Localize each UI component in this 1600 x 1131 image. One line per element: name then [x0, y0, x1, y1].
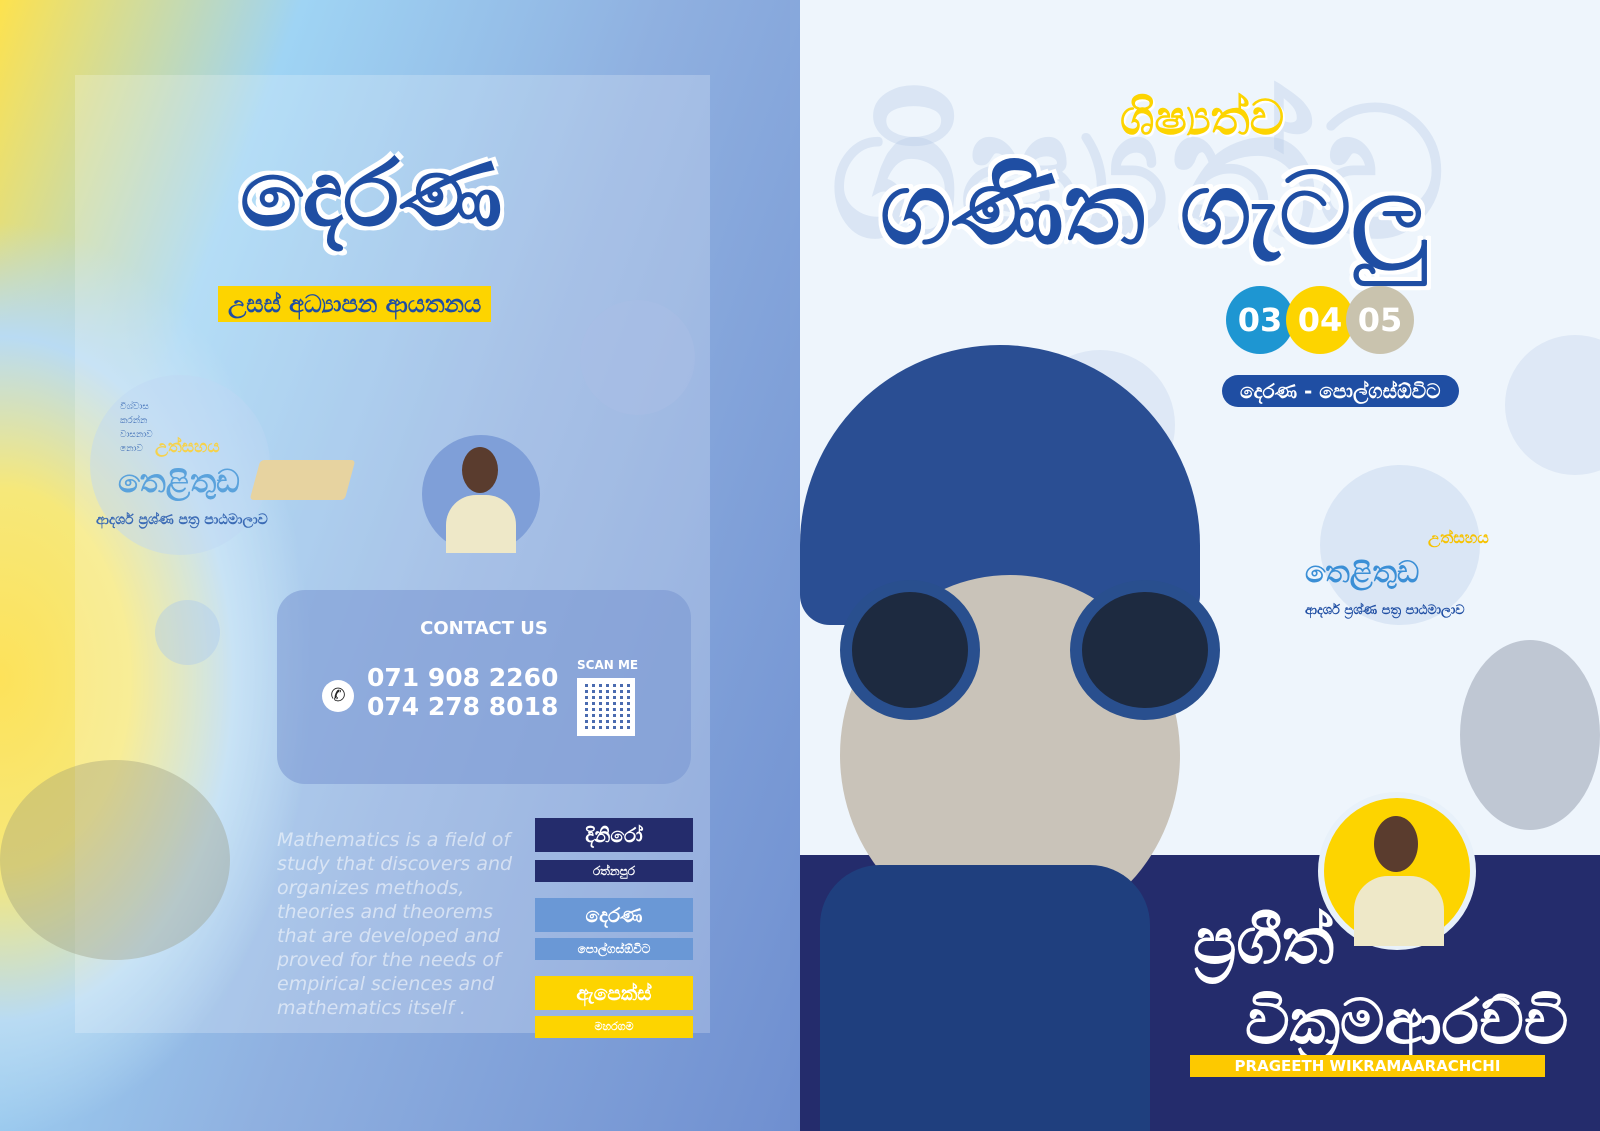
class-place: මහරගම — [535, 1016, 693, 1038]
class-place: රත්නපුර — [535, 860, 693, 882]
teacher-photo — [1318, 792, 1476, 950]
quote-line: විශ්වාස — [120, 402, 149, 412]
badge-highlight: උත්සහය — [1428, 528, 1489, 547]
badge-caption: ආදර්ශ ප්‍රශ්ණ පත්‍ර පාඨමාලාව — [96, 512, 268, 528]
quote-line: කරන්න — [120, 416, 148, 426]
decor-circle — [155, 600, 220, 665]
whatsapp-icon: ✆ — [322, 680, 354, 712]
grade-badge: 04 — [1286, 286, 1354, 354]
badge-caption: ආදර්ශ ප්‍රශ්ණ පත්‍ර පාඨමාලාව — [1305, 603, 1465, 618]
grade-badge: 03 — [1226, 286, 1294, 354]
teacher-last-name: වික්‍රමආරච්චි — [1245, 985, 1569, 1058]
teacher-first-name: ප්‍රගීත් — [1193, 905, 1335, 979]
scan-label: SCAN ME — [577, 658, 639, 672]
badge-title: තෙළිතුඩ — [118, 462, 240, 500]
badge-title: තෙළිතුඩ — [1305, 555, 1420, 590]
book-quill-icon — [249, 460, 356, 500]
badge-highlight: උත්සහය — [155, 437, 220, 457]
decor-circle — [1505, 335, 1600, 475]
back-cover: දෙරණ උසස් අධ්‍යාපන ආයතනය විශ්වාස කරන්න ව… — [0, 0, 800, 1131]
rabbit-mascot-faded — [0, 760, 230, 960]
class-name: දෙරණ — [535, 898, 693, 932]
contact-heading: CONTACT US — [420, 618, 548, 639]
institute-subtitle: උසස් අධ්‍යාපන ආයතනය — [218, 286, 492, 322]
grade-badge: 05 — [1346, 286, 1414, 354]
phone-number[interactable]: 071 908 2260 — [367, 663, 558, 692]
teacher-english-name: PRAGEETH WIKRAMAARACHCHI — [1190, 1055, 1545, 1077]
rabbit-mascot — [800, 345, 1240, 1131]
badge-quote: විශ්වාස කරන්න වාසනාව නොව — [120, 400, 153, 456]
title-main: ගණිත ගැටලු — [880, 150, 1428, 267]
decor-circle — [580, 300, 695, 415]
class-name: ඇපෙක්ස් — [535, 976, 693, 1010]
phone-number[interactable]: 074 278 8018 — [367, 692, 558, 721]
front-cover: ශිෂ්‍යත්ව ශිෂ්‍යත්ව ගණිත ගැටලු 03 04 05 … — [800, 0, 1600, 1131]
title-top: ශිෂ්‍යත්ව — [1120, 90, 1285, 146]
rabbit-mascot-small — [1460, 640, 1600, 830]
qr-code[interactable] — [577, 678, 635, 736]
class-name: දිනිරෝ — [535, 818, 693, 852]
location-pill: දෙරණ - පොල්ගස්ඕවිට — [1222, 375, 1459, 407]
quote-line: නොව — [120, 444, 143, 454]
quote-line: වාසනාව — [120, 430, 153, 440]
teacher-photo — [422, 435, 540, 553]
contact-card: CONTACT US ✆ 071 908 2260 074 278 8018 S… — [277, 590, 691, 784]
math-quote: Mathematics is a field of study that dis… — [277, 829, 513, 1019]
institute-logo: දෙරණ — [240, 140, 503, 247]
class-place: පොල්ගස්ඕවිට — [535, 938, 693, 960]
